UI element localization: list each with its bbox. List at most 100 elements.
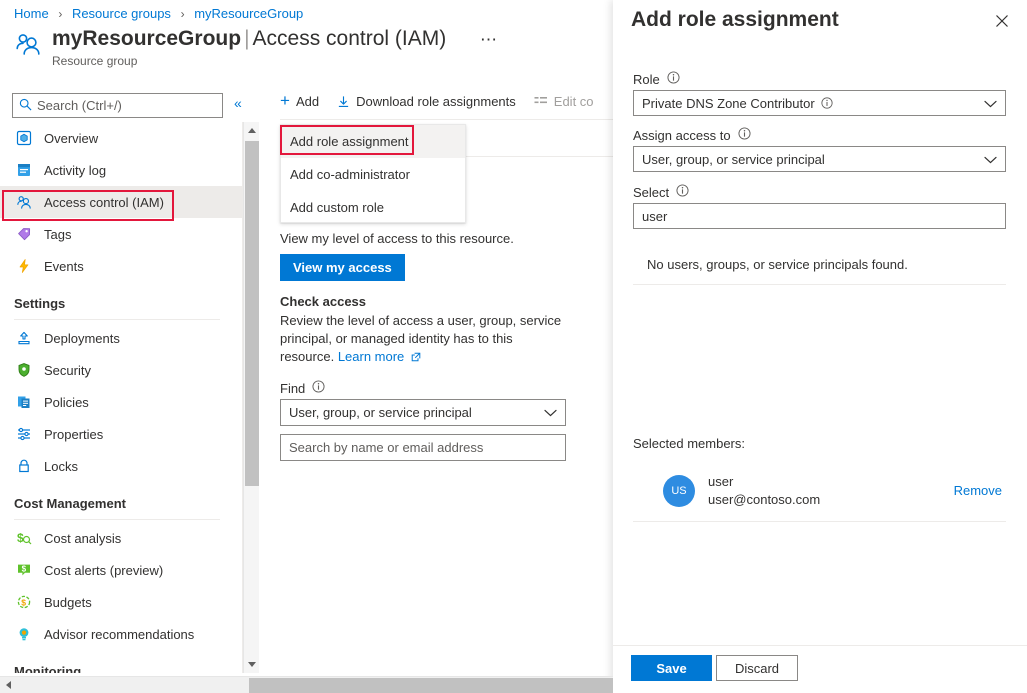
sidebar-item-label: Access control (IAM): [44, 195, 164, 210]
download-icon: [337, 95, 350, 108]
scrollbar-thumb[interactable]: [245, 141, 259, 486]
sidebar-item-advisor-recommendations[interactable]: Advisor recommendations: [0, 618, 242, 650]
sidebar-item-label: Overview: [44, 131, 98, 146]
scroll-up-icon[interactable]: [244, 122, 260, 139]
sidebar-item-events[interactable]: Events: [0, 250, 242, 282]
download-button-label: Download role assignments: [356, 94, 516, 109]
breadcrumb-item-myresourcegroup[interactable]: myResourceGroup: [194, 6, 303, 21]
select-search-input[interactable]: user: [633, 203, 1006, 229]
view-my-access-button[interactable]: View my access: [280, 254, 405, 281]
columns-icon: [534, 95, 548, 107]
portal-main-area: Home › Resource groups › myResourceGroup…: [0, 0, 613, 693]
sidebar-item-label: Events: [44, 259, 84, 274]
info-icon[interactable]: [821, 97, 833, 109]
policies-icon: [14, 392, 34, 412]
sidebar-item-cost-analysis[interactable]: $ Cost analysis: [0, 522, 242, 554]
sidebar-item-tags[interactable]: Tags: [0, 218, 242, 250]
role-select[interactable]: Private DNS Zone Contributor: [633, 90, 1006, 116]
page-subtitle: Resource group: [52, 53, 446, 69]
selected-members-label: Selected members:: [633, 436, 745, 451]
access-control-icon: [14, 192, 34, 212]
find-label-text: Find: [280, 381, 305, 396]
breadcrumb-item-resource-groups[interactable]: Resource groups: [72, 6, 171, 21]
search-input[interactable]: Search (Ctrl+/): [12, 93, 223, 118]
find-select[interactable]: User, group, or service principal: [280, 399, 566, 426]
selected-member-row: us user user@contoso.com Remove: [633, 471, 1006, 515]
add-menu: Add role assignment Add co-administrator…: [280, 124, 466, 223]
sidebar-item-label: Security: [44, 363, 91, 378]
edit-columns-label: Edit co: [554, 94, 594, 109]
menu-item-add-co-administrator[interactable]: Add co-administrator: [281, 158, 465, 191]
collapse-sidebar-icon[interactable]: «: [234, 95, 242, 111]
sidebar-item-cost-alerts[interactable]: $ Cost alerts (preview): [0, 554, 242, 586]
events-icon: [14, 256, 34, 276]
horizontal-scrollbar[interactable]: [0, 676, 613, 693]
sidebar-item-label: Cost alerts (preview): [44, 563, 163, 578]
save-button[interactable]: Save: [631, 655, 712, 681]
sidebar-item-deployments[interactable]: Deployments: [0, 322, 242, 354]
scroll-left-icon[interactable]: [0, 677, 17, 693]
member-email: user@contoso.com: [708, 491, 820, 509]
info-icon[interactable]: [667, 71, 680, 87]
blade-title: Add role assignment: [631, 6, 839, 34]
sidebar-item-locks[interactable]: Locks: [0, 450, 242, 482]
menu-item-add-custom-role[interactable]: Add custom role: [281, 191, 465, 224]
avatar: us: [663, 475, 695, 507]
chevron-down-icon: [984, 96, 997, 111]
sidebar-item-label: Deployments: [44, 331, 120, 346]
overview-icon: [14, 128, 34, 148]
role-label-text: Role: [633, 72, 660, 87]
find-label: Find: [280, 380, 325, 396]
discard-button[interactable]: Discard: [716, 655, 798, 681]
sidebar-group-settings: Settings: [0, 294, 242, 320]
sidebar-item-properties[interactable]: Properties: [0, 418, 242, 450]
sidebar-item-security[interactable]: Security: [0, 354, 242, 386]
search-placeholder: Search (Ctrl+/): [37, 98, 122, 113]
assign-access-label: Assign access to: [633, 127, 751, 143]
sidebar-item-policies[interactable]: Policies: [0, 386, 242, 418]
external-link-icon: [404, 349, 421, 364]
svg-text:$: $: [17, 531, 24, 545]
page-title-pipe: |: [244, 27, 249, 50]
info-icon[interactable]: [312, 380, 325, 396]
more-options-icon[interactable]: ⋯: [480, 30, 498, 50]
horizontal-scrollbar-thumb[interactable]: [249, 678, 613, 693]
azure-portal-screen: Home › Resource groups › myResourceGroup…: [0, 0, 1027, 693]
scroll-down-icon[interactable]: [244, 656, 260, 673]
sidebar-item-label: Advisor recommendations: [44, 627, 194, 642]
learn-more-link[interactable]: Learn more: [338, 349, 404, 364]
find-search-input[interactable]: Search by name or email address: [280, 434, 566, 461]
menu-item-add-role-assignment[interactable]: Add role assignment: [281, 125, 465, 158]
info-icon[interactable]: [738, 127, 751, 143]
role-select-value: Private DNS Zone Contributor: [642, 96, 815, 111]
sidebar-item-activity-log[interactable]: Activity log: [0, 154, 242, 186]
svg-text:$: $: [21, 597, 26, 607]
sidebar-item-label: Properties: [44, 427, 103, 442]
sidebar-group-label: Monitoring: [14, 662, 220, 673]
assign-access-select[interactable]: User, group, or service principal: [633, 146, 1006, 172]
close-icon[interactable]: [989, 8, 1015, 34]
activity-log-icon: [14, 160, 34, 180]
info-icon[interactable]: [676, 184, 689, 200]
add-button-label: Add: [296, 94, 319, 109]
breadcrumb-separator: ›: [58, 7, 62, 21]
sidebar-item-access-control[interactable]: Access control (IAM): [0, 186, 242, 218]
sidebar-group-cost-management: Cost Management: [0, 494, 242, 520]
role-label: Role: [633, 71, 680, 87]
properties-icon: [14, 424, 34, 444]
tags-icon: [14, 224, 34, 244]
edit-columns-button: Edit co: [534, 94, 594, 109]
check-access-description: Review the level of access a user, group…: [280, 312, 570, 366]
sidebar-item-overview[interactable]: Overview: [0, 122, 242, 154]
divider: [280, 119, 613, 120]
add-button[interactable]: + Add: [280, 94, 319, 109]
breadcrumb-item-home[interactable]: Home: [14, 6, 49, 21]
remove-member-link[interactable]: Remove: [954, 483, 1002, 498]
sidebar-item-label: Cost analysis: [44, 531, 121, 546]
download-role-assignments-button[interactable]: Download role assignments: [337, 94, 516, 109]
sidebar-scrollbar[interactable]: [243, 122, 259, 673]
sidebar-group-label: Cost Management: [14, 494, 220, 514]
select-label-text: Select: [633, 185, 669, 200]
breadcrumb-separator: ›: [181, 7, 185, 21]
sidebar-item-budgets[interactable]: $ Budgets: [0, 586, 242, 618]
